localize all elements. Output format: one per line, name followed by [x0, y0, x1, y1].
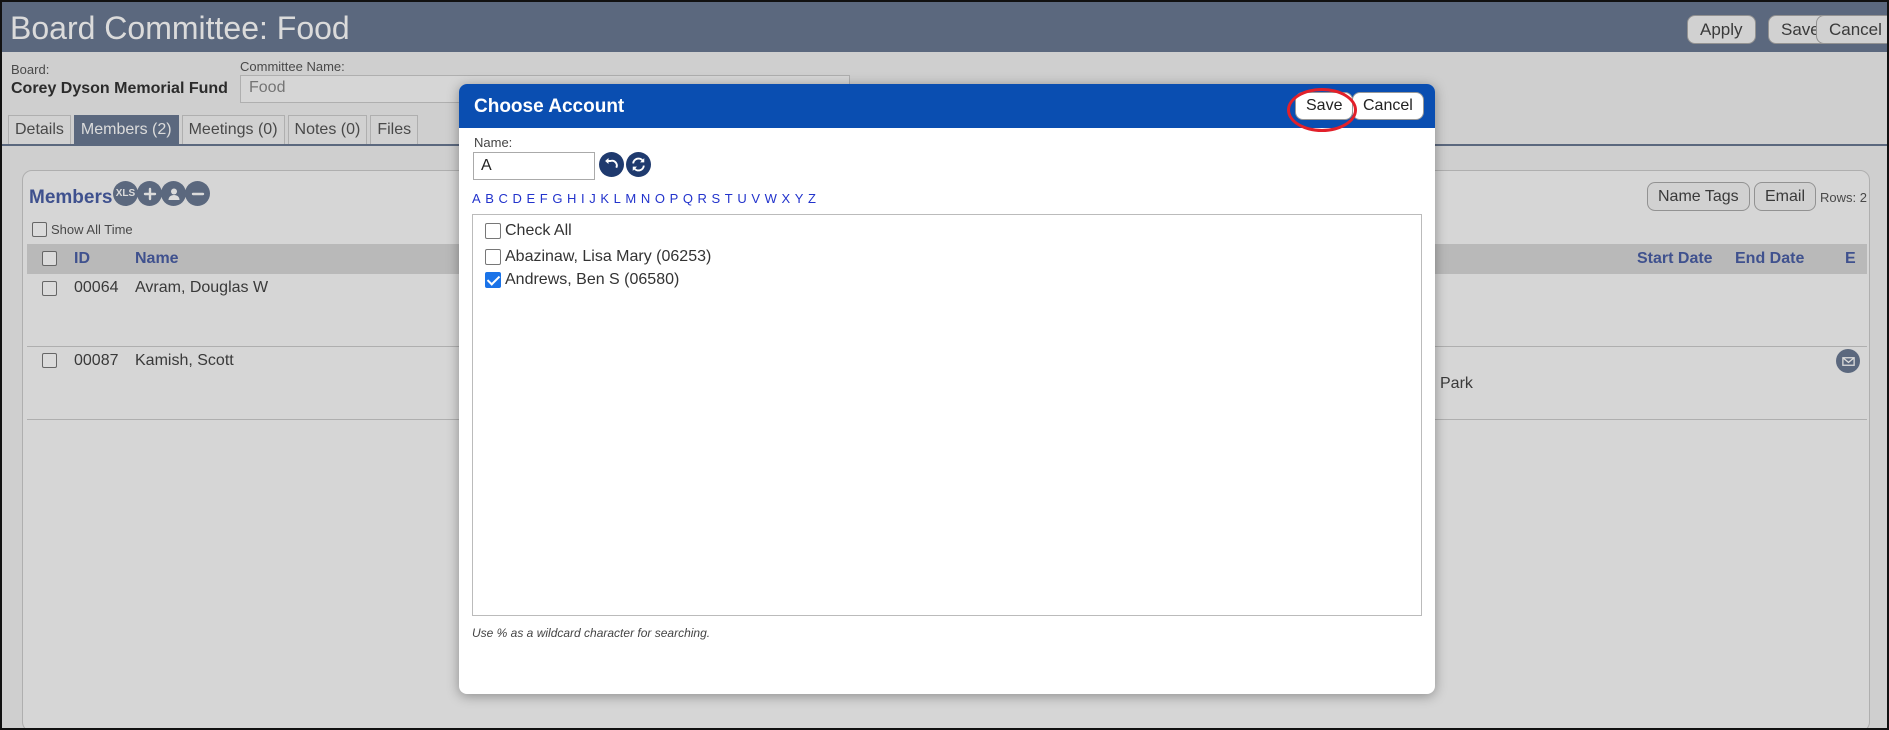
letter-filter-link[interactable]: Q: [683, 191, 693, 206]
app-window: Board Committee: Food Apply Save Cancel …: [0, 0, 1889, 730]
refresh-icon[interactable]: [626, 152, 651, 177]
letter-filter-link[interactable]: X: [781, 191, 790, 206]
check-all-checkbox[interactable]: [485, 223, 501, 239]
wildcard-hint: Use % as a wildcard character for search…: [472, 626, 711, 640]
name-search-input[interactable]: [473, 152, 595, 180]
letter-filter-link[interactable]: C: [499, 191, 508, 206]
letter-filter-link[interactable]: E: [527, 191, 536, 206]
dialog-header: Choose Account Save Cancel: [459, 84, 1435, 132]
list-item[interactable]: Andrews, Ben S (06580): [485, 271, 679, 289]
account-checkbox-checked[interactable]: [485, 272, 501, 288]
letter-filter-link[interactable]: K: [600, 191, 609, 206]
letter-filter-link[interactable]: G: [552, 191, 562, 206]
dialog-title: Choose Account: [474, 96, 625, 117]
account-label: Andrews, Ben S (06580): [505, 271, 680, 288]
letter-filter-link[interactable]: N: [641, 191, 650, 206]
list-item[interactable]: Abazinaw, Lisa Mary (06253): [485, 248, 711, 266]
letter-filter-link[interactable]: A: [472, 191, 481, 206]
check-all-label: Check All: [505, 222, 572, 239]
undo-icon[interactable]: [599, 152, 624, 177]
letter-filter-link[interactable]: H: [567, 191, 576, 206]
letter-filter-link[interactable]: U: [737, 191, 746, 206]
letter-filter-link[interactable]: S: [712, 191, 721, 206]
dialog-cancel-button[interactable]: Cancel: [1352, 92, 1424, 120]
letter-filter-link[interactable]: B: [485, 191, 494, 206]
letter-filter-link[interactable]: R: [698, 191, 707, 206]
letter-filter-link[interactable]: T: [725, 191, 733, 206]
letter-filter-link[interactable]: J: [589, 191, 596, 206]
letter-filter-link[interactable]: Z: [808, 191, 816, 206]
letter-filter-link[interactable]: M: [625, 191, 636, 206]
letter-filter-link[interactable]: W: [765, 191, 777, 206]
letter-filter-link[interactable]: P: [670, 191, 679, 206]
account-label: Abazinaw, Lisa Mary (06253): [505, 248, 712, 265]
account-list[interactable]: Check All Abazinaw, Lisa Mary (06253) An…: [472, 214, 1422, 616]
letter-filter-link[interactable]: F: [540, 191, 548, 206]
letter-filter-link[interactable]: L: [614, 191, 621, 206]
choose-account-dialog: Choose Account Save Cancel Name: ABCDEFG…: [459, 84, 1435, 694]
alphabet-filter: ABCDEFGHIJKLMNOPQRSTUVWXYZ: [472, 191, 821, 206]
letter-filter-link[interactable]: O: [655, 191, 665, 206]
account-checkbox[interactable]: [485, 249, 501, 265]
name-label: Name:: [474, 135, 513, 150]
dialog-save-button[interactable]: Save: [1295, 92, 1354, 120]
letter-filter-link[interactable]: D: [513, 191, 522, 206]
letter-filter-link[interactable]: I: [581, 191, 585, 206]
letter-filter-link[interactable]: V: [751, 191, 760, 206]
letter-filter-link[interactable]: Y: [795, 191, 804, 206]
check-all-item[interactable]: Check All: [485, 222, 572, 240]
